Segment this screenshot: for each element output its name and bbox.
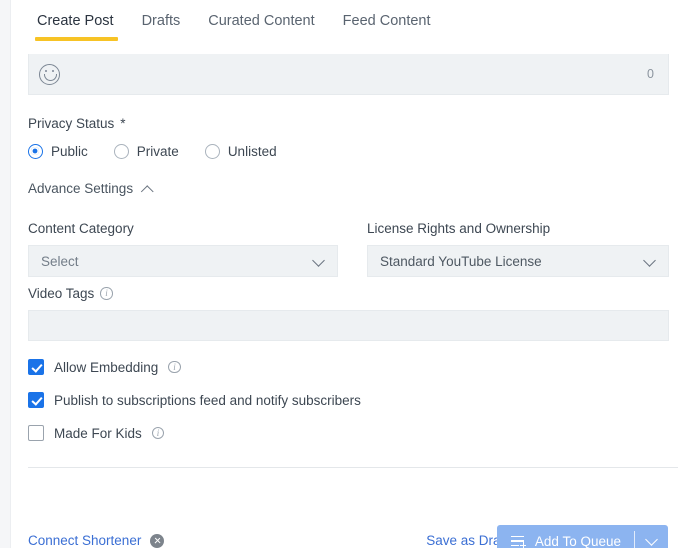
add-to-queue-label: Add To Queue	[534, 533, 621, 548]
license-field: License Rights and Ownership Standard Yo…	[367, 221, 669, 277]
required-marker: *	[120, 116, 126, 131]
checkbox-publish-notify-label: Publish to subscriptions feed and notify…	[54, 392, 361, 408]
radio-public-indicator[interactable]	[28, 144, 43, 159]
create-post-panel: Create Post Drafts Curated Content Feed …	[0, 0, 678, 548]
advance-settings-toggle[interactable]: Advance Settings	[28, 181, 153, 196]
checkbox-row-made-for-kids[interactable]: Made For Kids i	[28, 425, 361, 441]
privacy-status-label: Privacy Status *	[28, 116, 126, 131]
close-circle-icon[interactable]	[150, 533, 165, 548]
radio-public-label: Public	[51, 144, 88, 159]
radio-unlisted-indicator[interactable]	[204, 144, 220, 159]
tab-feed-content-label: Feed Content	[342, 13, 431, 29]
connect-shortener-link[interactable]: Connect Shortener	[28, 533, 165, 548]
advance-settings-label: Advance Settings	[28, 181, 134, 196]
save-as-draft-label: Save as Draft	[426, 533, 508, 548]
info-icon[interactable]: i	[100, 287, 113, 300]
tab-feed-content[interactable]: Feed Content	[329, 0, 445, 41]
checkbox-allow-embedding-label: Allow Embedding	[54, 359, 159, 375]
smiley-face-icon[interactable]	[39, 63, 60, 85]
license-select[interactable]: Standard YouTube License	[367, 245, 669, 277]
left-gutter	[0, 0, 11, 548]
tab-create-post[interactable]: Create Post	[23, 0, 128, 41]
post-composer[interactable]: 0	[28, 54, 669, 95]
add-to-queue-button[interactable]: Add To Queue	[497, 525, 634, 548]
tab-curated-content[interactable]: Curated Content	[194, 0, 328, 41]
license-label: License Rights and Ownership	[367, 221, 551, 236]
chevron-down-icon	[644, 255, 656, 267]
content-category-label: Content Category	[28, 221, 134, 236]
connect-shortener-label: Connect Shortener	[28, 533, 142, 548]
info-icon[interactable]: i	[151, 426, 165, 440]
queue-list-plus-icon	[510, 535, 527, 548]
privacy-status-radio-group: Public Private Unlisted	[28, 144, 303, 159]
radio-option-private[interactable]: Private	[113, 144, 179, 159]
tab-curated-content-label: Curated Content	[208, 13, 315, 29]
radio-unlisted-label: Unlisted	[227, 144, 277, 159]
action-footer: Connect Shortener Save as Draft Add To Q…	[11, 483, 678, 548]
checkbox-made-for-kids-label: Made For Kids	[54, 425, 142, 441]
tab-drafts-label: Drafts	[141, 13, 181, 29]
advanced-options-checkbox-group: Allow Embedding i Publish to subscriptio…	[28, 359, 361, 458]
chevron-down-icon	[313, 255, 325, 267]
character-counter: 0	[647, 67, 654, 81]
tab-bar: Create Post Drafts Curated Content Feed …	[11, 0, 678, 43]
info-icon[interactable]: i	[168, 360, 181, 374]
checkbox-row-publish-notify[interactable]: Publish to subscriptions feed and notify…	[28, 392, 361, 408]
privacy-status-label-text: Privacy Status	[28, 116, 115, 131]
radio-private-indicator[interactable]	[113, 144, 129, 159]
radio-option-public[interactable]: Public	[28, 144, 88, 159]
form-body: 0 Privacy Status * Public Private Unlist…	[11, 43, 678, 548]
chevron-up-icon	[142, 183, 153, 194]
content-category-select[interactable]: Select	[28, 245, 338, 277]
tab-drafts[interactable]: Drafts	[128, 0, 195, 41]
save-as-draft-button[interactable]: Save as Draft	[426, 533, 508, 548]
video-tags-label-text: Video Tags	[28, 286, 95, 301]
checkbox-allow-embedding[interactable]	[28, 359, 44, 375]
checkbox-row-allow-embedding[interactable]: Allow Embedding i	[28, 359, 361, 375]
video-tags-label: Video Tags i	[28, 286, 669, 301]
radio-private-label: Private	[136, 144, 179, 159]
tab-create-post-label: Create Post	[37, 13, 114, 29]
license-value: Standard YouTube License	[380, 253, 542, 269]
radio-option-unlisted[interactable]: Unlisted	[204, 144, 277, 159]
checkbox-made-for-kids[interactable]	[28, 425, 44, 441]
add-to-queue-dropdown-toggle[interactable]	[635, 525, 668, 548]
video-tags-input[interactable]	[28, 310, 669, 341]
add-to-queue-button-group: Add To Queue	[496, 525, 668, 548]
content-category-field: Content Category Select	[28, 221, 338, 277]
video-tags-field: Video Tags i	[28, 286, 669, 341]
chevron-down-icon	[646, 535, 658, 547]
checkbox-publish-notify[interactable]	[28, 392, 44, 408]
content-category-value: Select	[41, 253, 79, 269]
footer-divider	[28, 467, 678, 468]
